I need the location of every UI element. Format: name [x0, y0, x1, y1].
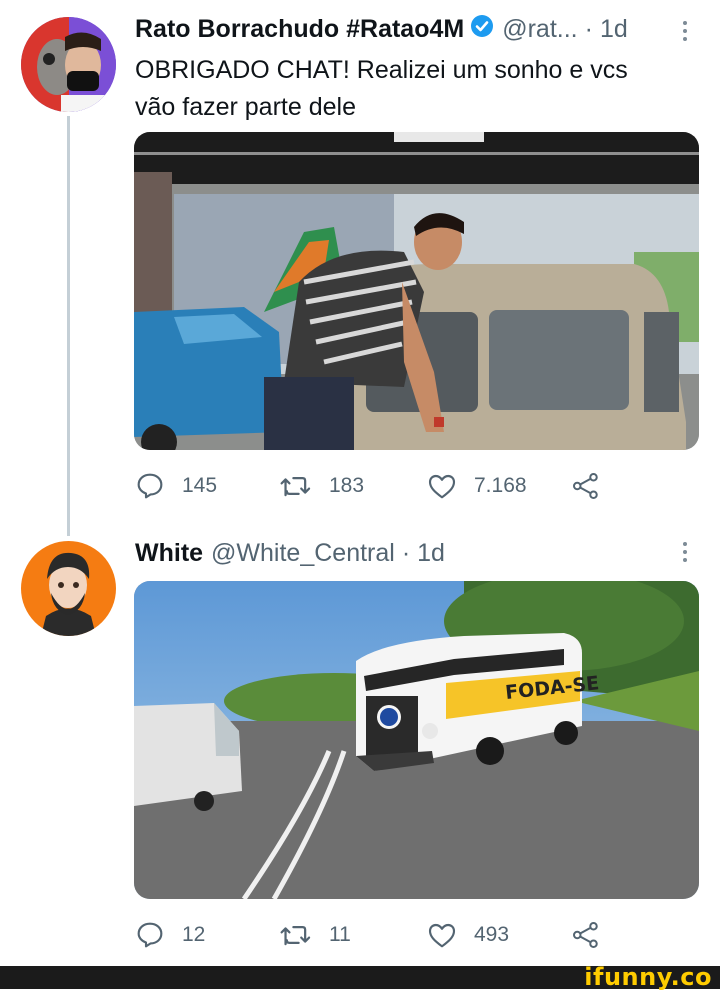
- heart-icon: [428, 474, 456, 499]
- tweet-text-line: vão fazer parte dele: [135, 93, 356, 121]
- more-options-icon[interactable]: [676, 537, 694, 567]
- tweet-text-line: OBRIGADO CHAT! Realizei um sonho e vcs: [135, 56, 628, 84]
- watermark-bar: ifunny.co: [0, 963, 720, 991]
- tweet-timestamp[interactable]: 1d: [600, 15, 628, 44]
- heart-icon: [428, 923, 456, 948]
- reply-count: 12: [182, 923, 206, 946]
- share-icon: [573, 922, 598, 948]
- like-button[interactable]: 7.168: [426, 466, 527, 506]
- reply-button[interactable]: 145: [134, 466, 217, 506]
- reply-icon: [137, 922, 163, 948]
- ifunny-watermark: ifunny.co: [584, 963, 712, 991]
- share-button[interactable]: [571, 915, 617, 955]
- like-button[interactable]: 493: [426, 915, 509, 955]
- author-name[interactable]: Rato Borrachudo #Ratao4M: [135, 15, 464, 44]
- tweet-header: White @White_Central · 1d: [135, 537, 445, 569]
- retweet-count: 11: [329, 923, 351, 946]
- more-options-icon[interactable]: [676, 16, 694, 46]
- tweet-header: Rato Borrachudo #Ratao4M @rat... · 1d: [135, 13, 628, 45]
- retweet-button[interactable]: 11: [279, 915, 351, 955]
- author-avatar[interactable]: [21, 541, 116, 636]
- share-button[interactable]: [571, 466, 617, 506]
- tweet-timestamp[interactable]: 1d: [417, 539, 445, 568]
- like-count: 493: [474, 923, 510, 946]
- retweet-button[interactable]: 183: [279, 466, 364, 506]
- reply-button[interactable]: 12: [134, 915, 205, 955]
- author-name[interactable]: White: [135, 539, 203, 568]
- separator-dot: ·: [401, 538, 411, 567]
- retweet-count: 183: [329, 474, 365, 497]
- separator-dot: ·: [584, 14, 593, 43]
- like-count: 7.168: [474, 474, 527, 497]
- retweet-icon: [280, 477, 311, 497]
- reply-icon: [137, 473, 163, 499]
- retweet-icon: [280, 926, 311, 946]
- tweet-photo-van-drift[interactable]: FODA-SE: [134, 581, 699, 899]
- tweet-photo-van-garage[interactable]: [134, 132, 699, 450]
- tweet-text: OBRIGADO CHAT! Realizei um sonho e vcs v…: [135, 52, 695, 126]
- tweet-actions-bar: 145 183 7.168: [134, 466, 614, 506]
- author-handle[interactable]: @rat...: [502, 15, 577, 44]
- author-avatar[interactable]: [21, 17, 116, 112]
- verified-badge-icon: [470, 14, 494, 45]
- reply-count: 145: [182, 474, 218, 497]
- tweet-actions-bar: 12 11 493: [134, 915, 614, 955]
- thread-connector-line: [67, 116, 70, 536]
- share-icon: [573, 473, 598, 499]
- author-handle[interactable]: @White_Central: [211, 539, 395, 568]
